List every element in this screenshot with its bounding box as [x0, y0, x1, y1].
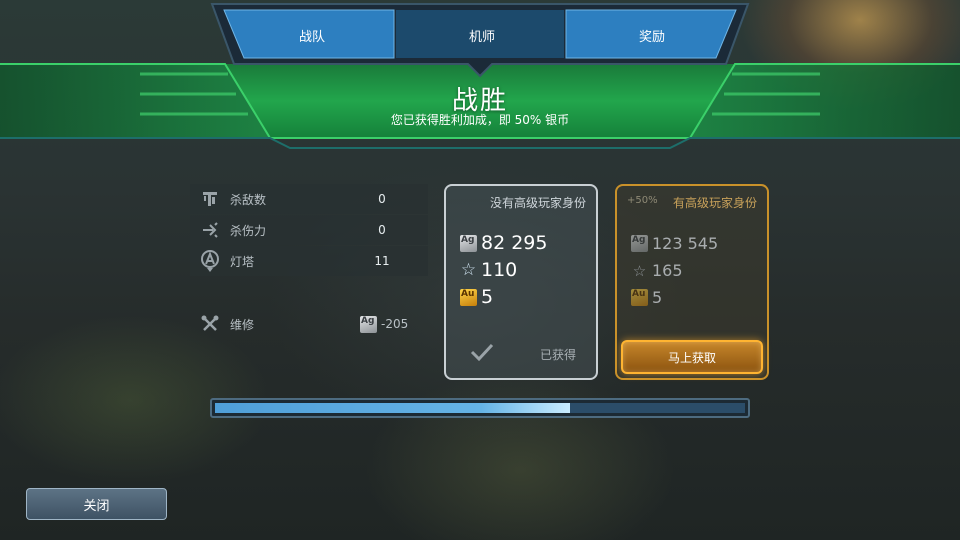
received-status: 已获得 [446, 342, 596, 366]
checkmark-icon [470, 343, 494, 362]
card-title: 没有高级玩家身份 [489, 196, 586, 210]
close-button[interactable]: 关闭 [26, 488, 167, 520]
gold-coin-icon: Au [631, 289, 648, 306]
reward-card-standard: 没有高级玩家身份 Ag 82 295 ☆ 110 Au 5 已获得 [444, 184, 598, 380]
gold-reward: Au 5 [460, 286, 494, 308]
wrench-icon [190, 315, 230, 333]
star-icon: ☆ [460, 260, 477, 280]
damage-icon [190, 221, 230, 239]
tab-squad[interactable]: 战队 [226, 10, 398, 60]
silver-reward: Ag 82 295 [460, 232, 548, 254]
get-premium-button[interactable]: 马上获取 [621, 340, 763, 374]
silver-coin-icon: Ag [360, 315, 377, 333]
reward-card-premium: +50% 有高级玩家身份 Ag 123 545 ☆ 165 Au 5 马上获取 [615, 184, 769, 380]
gold-reward: Au 5 [631, 288, 663, 307]
gold-coin-icon: Au [460, 288, 477, 306]
silver-coin-icon: Ag [631, 235, 648, 252]
progress-track [215, 403, 745, 413]
battle-stats: 杀敌数 0 杀伤力 0 灯塔 11 [190, 184, 428, 277]
card-title: 有高级玩家身份 [672, 196, 757, 210]
silver-reward: Ag 123 545 [631, 234, 719, 253]
stars-reward: ☆ 165 [632, 261, 683, 280]
victory-bonus-text: 您已获得胜利加成，即 50% 银币 [390, 113, 570, 127]
repair-row: 维修 Ag -205 [190, 310, 428, 338]
experience-progress-bar [210, 398, 750, 418]
kills-icon [190, 190, 230, 208]
stat-row-damage: 杀伤力 0 [190, 215, 428, 245]
repair-cost: Ag -205 [360, 315, 409, 333]
stat-row-beacons: 灯塔 11 [190, 246, 428, 276]
silver-coin-icon: Ag [460, 234, 477, 252]
premium-bonus: +50% [627, 195, 658, 206]
progress-fill [215, 403, 571, 413]
tab-pilot[interactable]: 机师 [396, 10, 568, 60]
stat-row-kills: 杀敌数 0 [190, 184, 428, 214]
star-icon: ☆ [632, 261, 647, 280]
stars-reward: ☆ 110 [460, 259, 518, 281]
tab-rewards[interactable]: 奖励 [566, 10, 738, 60]
beacon-icon [190, 250, 230, 272]
